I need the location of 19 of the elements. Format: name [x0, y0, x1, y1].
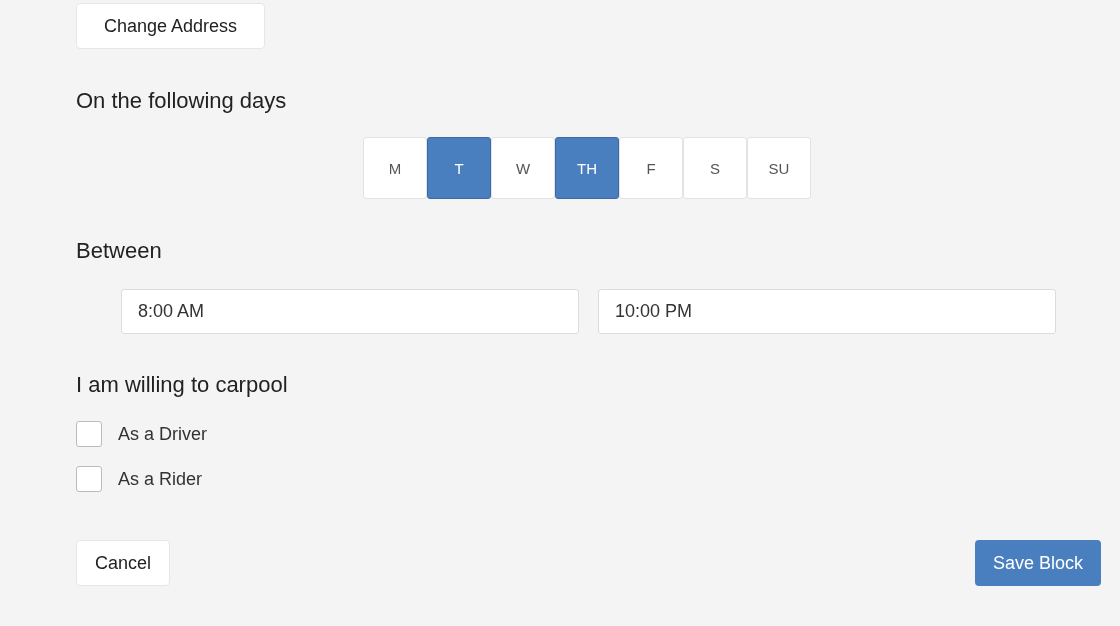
- day-toggle[interactable]: TH: [555, 137, 619, 199]
- day-toggle[interactable]: T: [427, 137, 491, 199]
- cancel-button[interactable]: Cancel: [76, 540, 171, 586]
- day-toggle[interactable]: SU: [747, 137, 811, 199]
- time-field[interactable]: 10:00 PM: [598, 289, 1056, 334]
- checkbox-label: As a Driver: [118, 423, 207, 445]
- checkbox-label: As a Rider: [118, 468, 203, 490]
- day-toggle[interactable]: F: [619, 137, 683, 199]
- checkbox[interactable]: [76, 466, 102, 492]
- day-toggle[interactable]: S: [683, 137, 747, 199]
- between-heading: Between: [76, 237, 162, 265]
- save-block-button[interactable]: Save Block: [974, 540, 1101, 586]
- carpool-heading: I am willing to carpool: [76, 371, 288, 399]
- checkbox[interactable]: [76, 421, 102, 447]
- change-address-button[interactable]: Change Address: [76, 3, 266, 49]
- day-toggle[interactable]: M: [363, 137, 427, 199]
- time-field[interactable]: 8:00 AM: [121, 289, 579, 334]
- day-toggle[interactable]: W: [491, 137, 555, 199]
- days-heading: On the following days: [76, 87, 287, 115]
